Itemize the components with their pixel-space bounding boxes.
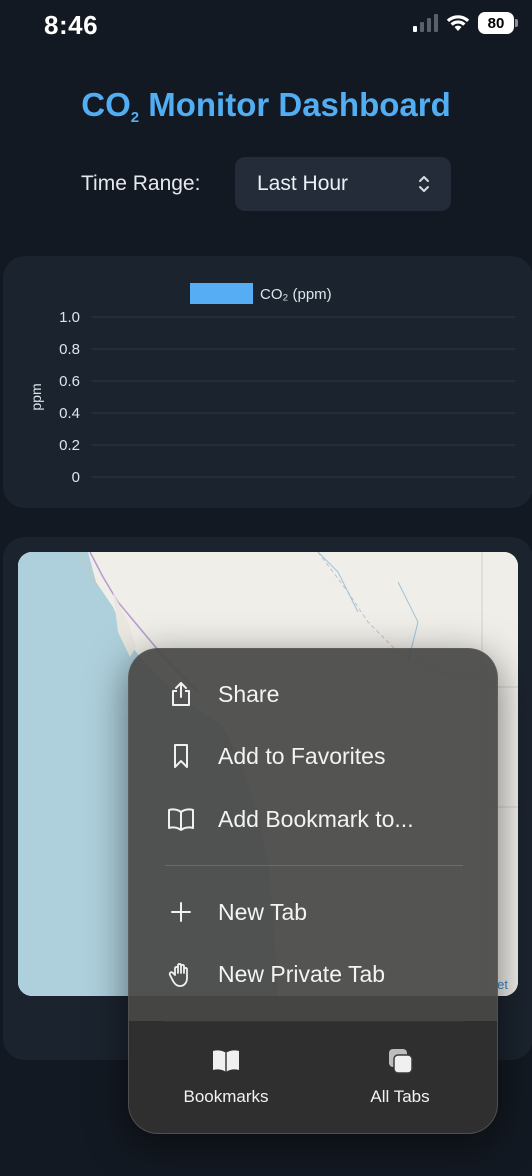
time-range-label: Time Range:	[81, 172, 201, 195]
hand-icon	[168, 963, 188, 987]
menu-item-label: Share	[218, 680, 280, 707]
time-range-value: Last Hour	[257, 172, 349, 195]
battery-icon: 80	[478, 12, 518, 34]
time-range-select[interactable]: Last Hour	[235, 157, 451, 211]
y-axis-label: ppm	[28, 383, 44, 410]
bookmarks-label: Bookmarks	[183, 1087, 269, 1106]
y-tick-label: 0.4	[59, 405, 80, 422]
legend-swatch	[190, 283, 253, 304]
y-tick-label: 0.6	[59, 373, 80, 390]
menu-divider	[165, 865, 463, 866]
tabs-icon	[389, 1049, 413, 1074]
page-title: CO2 Monitor Dashboard	[0, 86, 532, 126]
all-tabs-button[interactable]: All Tabs	[325, 1047, 475, 1117]
title-prefix: CO	[81, 86, 131, 123]
book-filled-icon	[213, 1050, 239, 1072]
bookmarks-button[interactable]: Bookmarks	[151, 1047, 301, 1117]
wifi-icon	[446, 15, 470, 31]
y-tick-label: 1.0	[59, 309, 80, 326]
menu-item-label: Add Bookmark to...	[218, 805, 414, 832]
menu-item-label: New Private Tab	[218, 960, 386, 987]
menu-item-add-to-favorites[interactable]: Add to Favorites	[129, 730, 497, 782]
book-icon	[168, 808, 194, 831]
co2-chart: CO₂ (ppm) 1.0 0.8 0.6 0.4 0.2 0 ppm	[28, 283, 515, 486]
menu-item-add-bookmark[interactable]: Add Bookmark to...	[129, 793, 497, 845]
title-subscript: 2	[130, 109, 140, 126]
cellular-signal-icon	[413, 14, 438, 32]
chart-card: CO₂ (ppm) 1.0 0.8 0.6 0.4 0.2 0 ppm	[3, 256, 532, 508]
share-icon	[172, 682, 190, 706]
y-tick-label: 0.8	[59, 341, 80, 358]
legend-label: CO₂ (ppm)	[260, 286, 332, 303]
browser-context-menu: Share Add to Favorites Add Bookmark to..…	[128, 648, 498, 1134]
status-time: 8:46	[44, 10, 99, 40]
menu-item-label: New Tab	[218, 898, 308, 925]
bookmark-icon	[174, 744, 188, 768]
plus-icon	[171, 902, 191, 922]
y-tick-label: 0	[72, 469, 80, 486]
title-suffix: Monitor Dashboard	[139, 86, 451, 123]
menu-item-new-private-tab[interactable]: New Private Tab	[129, 948, 497, 1000]
all-tabs-label: All Tabs	[370, 1087, 430, 1106]
status-bar: 8:46 80	[0, 0, 532, 50]
menu-item-new-tab[interactable]: New Tab	[129, 886, 497, 938]
chevron-up-down-icon	[419, 176, 429, 192]
map-attribution[interactable]: et	[497, 977, 508, 992]
y-tick-label: 0.2	[59, 437, 80, 454]
menu-item-label: Add to Favorites	[218, 742, 386, 769]
battery-level: 80	[487, 14, 505, 32]
status-icons: 80	[413, 12, 518, 34]
screen: 8:46 80 CO2 Monitor Dashboard Time Range…	[0, 0, 532, 1176]
menu-item-share[interactable]: Share	[129, 668, 497, 720]
